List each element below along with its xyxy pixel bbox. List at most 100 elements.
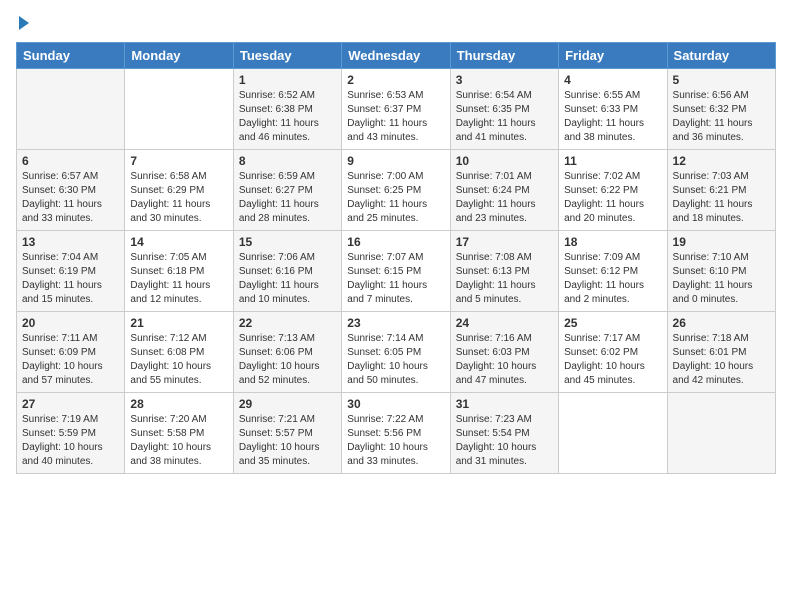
day-number: 25 xyxy=(564,316,661,330)
calendar-cell: 15 Sunrise: 7:06 AM Sunset: 6:16 PM Dayli… xyxy=(233,231,341,312)
calendar-week-row: 13Sunrise: 7:04 AM Sunset: 6:19 PM Dayli… xyxy=(17,231,776,312)
day-info: Sunrise: 7:11 AM Sunset: 6:09 PM Dayligh… xyxy=(22,332,119,388)
day-number: 6 xyxy=(22,154,119,168)
day-number: 20 xyxy=(22,316,119,330)
calendar-week-row: 6 Sunrise: 6:57 AM Sunset: 6:30 PM Daylig… xyxy=(17,150,776,231)
calendar-cell: 28 Sunrise: 7:20 AM Sunset: 5:58 PM Dayli… xyxy=(125,393,233,474)
calendar-week-row: 20 Sunrise: 7:11 AM Sunset: 6:09 PM Dayli… xyxy=(17,312,776,393)
day-info: Sunrise: 7:16 AM Sunset: 6:03 PM Dayligh… xyxy=(456,332,553,388)
header-wednesday: Wednesday xyxy=(342,43,450,69)
calendar-cell: 25 Sunrise: 7:17 AM Sunset: 6:02 PM Dayli… xyxy=(559,312,667,393)
page-header xyxy=(16,16,776,30)
calendar-cell: 9 Sunrise: 7:00 AM Sunset: 6:25 PM Daylig… xyxy=(342,150,450,231)
day-info: Sunrise: 7:07 AM Sunset: 6:15 PM Dayligh… xyxy=(347,251,444,307)
calendar-cell: 27Sunrise: 7:19 AM Sunset: 5:59 PM Dayli… xyxy=(17,393,125,474)
calendar-cell: 30 Sunrise: 7:22 AM Sunset: 5:56 PM Dayli… xyxy=(342,393,450,474)
calendar-cell: 24 Sunrise: 7:16 AM Sunset: 6:03 PM Dayli… xyxy=(450,312,558,393)
calendar-cell: 1 Sunrise: 6:52 AM Sunset: 6:38 PM Daylig… xyxy=(233,69,341,150)
day-number: 30 xyxy=(347,397,444,411)
day-info: Sunrise: 7:00 AM Sunset: 6:25 PM Dayligh… xyxy=(347,170,444,226)
day-info: Sunrise: 7:14 AM Sunset: 6:05 PM Dayligh… xyxy=(347,332,444,388)
day-number: 28 xyxy=(130,397,227,411)
calendar-cell: 7 Sunrise: 6:58 AM Sunset: 6:29 PM Daylig… xyxy=(125,150,233,231)
day-info: Sunrise: 7:10 AM Sunset: 6:10 PM Dayligh… xyxy=(673,251,770,307)
day-number: 12 xyxy=(673,154,770,168)
calendar-cell: 21Sunrise: 7:12 AM Sunset: 6:08 PM Dayli… xyxy=(125,312,233,393)
day-number: 26 xyxy=(673,316,770,330)
calendar-cell: 31Sunrise: 7:23 AM Sunset: 5:54 PM Dayli… xyxy=(450,393,558,474)
day-number: 14 xyxy=(130,235,227,249)
logo xyxy=(16,16,29,30)
calendar-cell: 23Sunrise: 7:14 AM Sunset: 6:05 PM Dayli… xyxy=(342,312,450,393)
day-number: 29 xyxy=(239,397,336,411)
calendar-cell: 18Sunrise: 7:09 AM Sunset: 6:12 PM Dayli… xyxy=(559,231,667,312)
calendar-week-row: 27Sunrise: 7:19 AM Sunset: 5:59 PM Dayli… xyxy=(17,393,776,474)
calendar-cell: 5 Sunrise: 6:56 AM Sunset: 6:32 PM Daylig… xyxy=(667,69,775,150)
day-info: Sunrise: 7:17 AM Sunset: 6:02 PM Dayligh… xyxy=(564,332,661,388)
day-number: 15 xyxy=(239,235,336,249)
calendar-cell: 2 Sunrise: 6:53 AM Sunset: 6:37 PM Daylig… xyxy=(342,69,450,150)
day-info: Sunrise: 6:58 AM Sunset: 6:29 PM Dayligh… xyxy=(130,170,227,226)
day-number: 10 xyxy=(456,154,553,168)
day-number: 22 xyxy=(239,316,336,330)
header-tuesday: Tuesday xyxy=(233,43,341,69)
calendar-cell xyxy=(559,393,667,474)
calendar-cell: 29 Sunrise: 7:21 AM Sunset: 5:57 PM Dayli… xyxy=(233,393,341,474)
day-info: Sunrise: 7:18 AM Sunset: 6:01 PM Dayligh… xyxy=(673,332,770,388)
day-number: 27 xyxy=(22,397,119,411)
calendar-header-row: SundayMondayTuesdayWednesdayThursdayFrid… xyxy=(17,43,776,69)
day-number: 9 xyxy=(347,154,444,168)
day-info: Sunrise: 7:22 AM Sunset: 5:56 PM Dayligh… xyxy=(347,413,444,469)
day-info: Sunrise: 6:53 AM Sunset: 6:37 PM Dayligh… xyxy=(347,89,444,145)
header-saturday: Saturday xyxy=(667,43,775,69)
day-info: Sunrise: 7:06 AM Sunset: 6:16 PM Dayligh… xyxy=(239,251,336,307)
calendar-cell xyxy=(667,393,775,474)
calendar-cell: 14Sunrise: 7:05 AM Sunset: 6:18 PM Dayli… xyxy=(125,231,233,312)
header-thursday: Thursday xyxy=(450,43,558,69)
day-number: 21 xyxy=(130,316,227,330)
day-info: Sunrise: 7:23 AM Sunset: 5:54 PM Dayligh… xyxy=(456,413,553,469)
day-info: Sunrise: 7:01 AM Sunset: 6:24 PM Dayligh… xyxy=(456,170,553,226)
calendar-cell: 10 Sunrise: 7:01 AM Sunset: 6:24 PM Dayli… xyxy=(450,150,558,231)
day-number: 5 xyxy=(673,73,770,87)
calendar-table: SundayMondayTuesdayWednesdayThursdayFrid… xyxy=(16,42,776,474)
day-info: Sunrise: 6:57 AM Sunset: 6:30 PM Dayligh… xyxy=(22,170,119,226)
day-info: Sunrise: 6:56 AM Sunset: 6:32 PM Dayligh… xyxy=(673,89,770,145)
header-friday: Friday xyxy=(559,43,667,69)
calendar-cell: 19 Sunrise: 7:10 AM Sunset: 6:10 PM Dayli… xyxy=(667,231,775,312)
calendar-cell: 13Sunrise: 7:04 AM Sunset: 6:19 PM Dayli… xyxy=(17,231,125,312)
calendar-cell: 22Sunrise: 7:13 AM Sunset: 6:06 PM Dayli… xyxy=(233,312,341,393)
calendar-cell: 20 Sunrise: 7:11 AM Sunset: 6:09 PM Dayli… xyxy=(17,312,125,393)
day-number: 7 xyxy=(130,154,227,168)
calendar-cell: 12 Sunrise: 7:03 AM Sunset: 6:21 PM Dayli… xyxy=(667,150,775,231)
calendar-cell xyxy=(17,69,125,150)
day-number: 4 xyxy=(564,73,661,87)
calendar-cell: 11Sunrise: 7:02 AM Sunset: 6:22 PM Dayli… xyxy=(559,150,667,231)
day-number: 3 xyxy=(456,73,553,87)
day-info: Sunrise: 7:21 AM Sunset: 5:57 PM Dayligh… xyxy=(239,413,336,469)
header-monday: Monday xyxy=(125,43,233,69)
day-number: 19 xyxy=(673,235,770,249)
day-number: 1 xyxy=(239,73,336,87)
calendar-body: 1 Sunrise: 6:52 AM Sunset: 6:38 PM Daylig… xyxy=(17,69,776,474)
day-info: Sunrise: 7:02 AM Sunset: 6:22 PM Dayligh… xyxy=(564,170,661,226)
calendar-week-row: 1 Sunrise: 6:52 AM Sunset: 6:38 PM Daylig… xyxy=(17,69,776,150)
day-info: Sunrise: 6:52 AM Sunset: 6:38 PM Dayligh… xyxy=(239,89,336,145)
day-info: Sunrise: 7:03 AM Sunset: 6:21 PM Dayligh… xyxy=(673,170,770,226)
day-info: Sunrise: 7:20 AM Sunset: 5:58 PM Dayligh… xyxy=(130,413,227,469)
calendar-cell: 4 Sunrise: 6:55 AM Sunset: 6:33 PM Daylig… xyxy=(559,69,667,150)
calendar-cell: 26 Sunrise: 7:18 AM Sunset: 6:01 PM Dayli… xyxy=(667,312,775,393)
day-number: 24 xyxy=(456,316,553,330)
day-number: 16 xyxy=(347,235,444,249)
calendar-cell: 16 Sunrise: 7:07 AM Sunset: 6:15 PM Dayli… xyxy=(342,231,450,312)
day-info: Sunrise: 7:09 AM Sunset: 6:12 PM Dayligh… xyxy=(564,251,661,307)
day-info: Sunrise: 7:08 AM Sunset: 6:13 PM Dayligh… xyxy=(456,251,553,307)
day-number: 8 xyxy=(239,154,336,168)
calendar-cell xyxy=(125,69,233,150)
day-info: Sunrise: 6:54 AM Sunset: 6:35 PM Dayligh… xyxy=(456,89,553,145)
day-number: 2 xyxy=(347,73,444,87)
day-info: Sunrise: 6:55 AM Sunset: 6:33 PM Dayligh… xyxy=(564,89,661,145)
calendar-cell: 6 Sunrise: 6:57 AM Sunset: 6:30 PM Daylig… xyxy=(17,150,125,231)
day-number: 17 xyxy=(456,235,553,249)
calendar-cell: 17 Sunrise: 7:08 AM Sunset: 6:13 PM Dayli… xyxy=(450,231,558,312)
